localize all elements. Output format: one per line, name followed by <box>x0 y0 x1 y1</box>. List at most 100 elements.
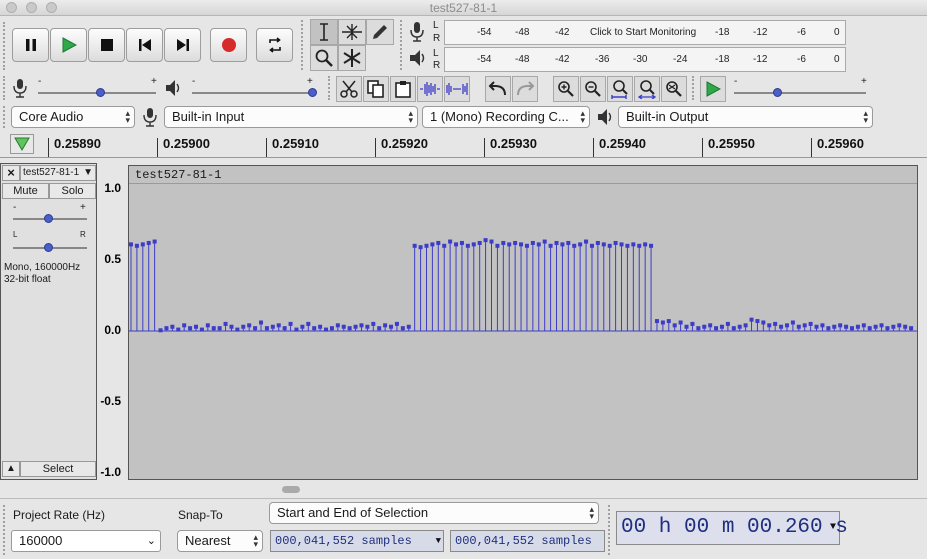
sample-point[interactable] <box>773 321 778 326</box>
sample-point[interactable] <box>394 321 399 326</box>
recording-device-select[interactable]: Built-in Input ▴ ▾ <box>164 106 418 128</box>
sample-point[interactable] <box>779 324 784 329</box>
sample-point[interactable] <box>849 326 854 331</box>
scrollbar-thumb[interactable] <box>282 486 300 493</box>
sample-point[interactable] <box>790 320 795 325</box>
playback-speed-slider[interactable] <box>734 92 866 94</box>
sample-point[interactable] <box>270 324 275 329</box>
sample-point[interactable] <box>211 326 216 331</box>
timeline-options-button[interactable] <box>10 134 34 154</box>
sample-point[interactable] <box>749 317 754 322</box>
play-at-speed-button[interactable] <box>700 76 726 102</box>
sample-point[interactable] <box>873 324 878 329</box>
sample-point[interactable] <box>294 327 299 332</box>
sample-point[interactable] <box>613 240 618 245</box>
sample-point[interactable] <box>247 323 252 328</box>
sample-point[interactable] <box>678 320 683 325</box>
sample-point[interactable] <box>501 240 506 245</box>
sample-point[interactable] <box>312 326 317 331</box>
sample-point[interactable] <box>660 320 665 325</box>
selection-tool-button[interactable] <box>310 19 338 45</box>
solo-button[interactable]: Solo <box>49 183 96 199</box>
sample-point[interactable] <box>631 242 636 247</box>
sample-point[interactable] <box>690 321 695 326</box>
sample-point[interactable] <box>477 240 482 245</box>
zoom-tool-button[interactable] <box>310 45 338 71</box>
waveform-display[interactable]: test527-81-1 <box>128 165 918 480</box>
sample-point[interactable] <box>365 324 370 329</box>
sample-point[interactable] <box>229 324 234 329</box>
sample-point[interactable] <box>589 243 594 248</box>
sample-point[interactable] <box>643 242 648 247</box>
sample-point[interactable] <box>885 326 890 331</box>
sample-point[interactable] <box>465 243 470 248</box>
cut-button[interactable] <box>336 76 362 102</box>
loop-button[interactable] <box>256 28 293 62</box>
sample-point[interactable] <box>820 323 825 328</box>
sample-point[interactable] <box>483 238 488 243</box>
sample-point[interactable] <box>389 324 394 329</box>
playback-device-select[interactable]: Built-in Output ▴ ▾ <box>618 106 873 128</box>
sample-point[interactable] <box>418 245 423 250</box>
device-grip[interactable] <box>3 106 9 128</box>
play-at-speed-grip[interactable] <box>692 76 698 100</box>
sample-point[interactable] <box>489 239 494 244</box>
sample-point[interactable] <box>199 327 204 332</box>
sample-point[interactable] <box>891 324 896 329</box>
sample-point[interactable] <box>566 240 571 245</box>
sample-point[interactable] <box>826 326 831 331</box>
sample-point[interactable] <box>430 242 435 247</box>
sample-point[interactable] <box>672 323 677 328</box>
sample-point[interactable] <box>507 242 512 247</box>
sample-point[interactable] <box>649 243 654 248</box>
track-control-panel[interactable]: × test527-81-1 ▼ Mute Solo - + L R Mono,… <box>0 163 97 480</box>
sample-point[interactable] <box>353 324 358 329</box>
sample-point[interactable] <box>767 323 772 328</box>
sample-point[interactable] <box>572 243 577 248</box>
sample-point[interactable] <box>867 326 872 331</box>
play-meter-speaker-icon[interactable] <box>408 48 428 71</box>
fit-selection-button[interactable] <box>607 76 633 102</box>
play-button[interactable] <box>50 28 87 62</box>
sample-point[interactable] <box>578 242 583 247</box>
project-rate-combo[interactable]: 160000 ⌄ <box>11 530 161 552</box>
sample-point[interactable] <box>288 321 293 326</box>
sample-point[interactable] <box>802 323 807 328</box>
sample-point[interactable] <box>524 243 529 248</box>
edit-grip[interactable] <box>328 76 334 100</box>
snap-to-select[interactable]: Nearest ▴ ▾ <box>177 530 263 552</box>
sample-point[interactable] <box>714 326 719 331</box>
sample-point[interactable] <box>696 326 701 331</box>
zoom-out-button[interactable] <box>580 76 606 102</box>
sample-point[interactable] <box>223 321 228 326</box>
sample-point[interactable] <box>897 323 902 328</box>
selection-start-field[interactable]: 000,041,552 samples ▼ <box>270 530 444 552</box>
sample-point[interactable] <box>341 324 346 329</box>
sample-point[interactable] <box>855 324 860 329</box>
stop-button[interactable] <box>88 28 125 62</box>
redo-button[interactable] <box>512 76 538 102</box>
sample-point[interactable] <box>335 323 340 328</box>
sample-point[interactable] <box>832 324 837 329</box>
sample-point[interactable] <box>654 319 659 324</box>
sample-point[interactable] <box>808 321 813 326</box>
sample-point[interactable] <box>743 323 748 328</box>
vertical-amplitude-ruler[interactable]: 1.0 0.5 0.0 -0.5 -1.0 <box>97 163 128 480</box>
sample-point[interactable] <box>548 243 553 248</box>
sample-point[interactable] <box>684 324 689 329</box>
sample-point[interactable] <box>158 328 163 333</box>
sample-point[interactable] <box>737 324 742 329</box>
sample-point[interactable] <box>838 323 843 328</box>
envelope-tool-button[interactable] <box>338 19 366 45</box>
selection-mode-select[interactable]: Start and End of Selection ▴ ▾ <box>269 502 599 524</box>
fit-project-button[interactable] <box>634 76 660 102</box>
sample-point[interactable] <box>400 326 405 331</box>
multi-tool-button[interactable] <box>338 45 366 71</box>
sample-point[interactable] <box>903 324 908 329</box>
sample-point[interactable] <box>519 242 524 247</box>
horizontal-scrollbar[interactable] <box>128 484 918 496</box>
sample-point[interactable] <box>513 240 518 245</box>
sample-point[interactable] <box>879 323 884 328</box>
select-track-button[interactable]: Select <box>20 461 96 477</box>
sample-point[interactable] <box>560 242 565 247</box>
